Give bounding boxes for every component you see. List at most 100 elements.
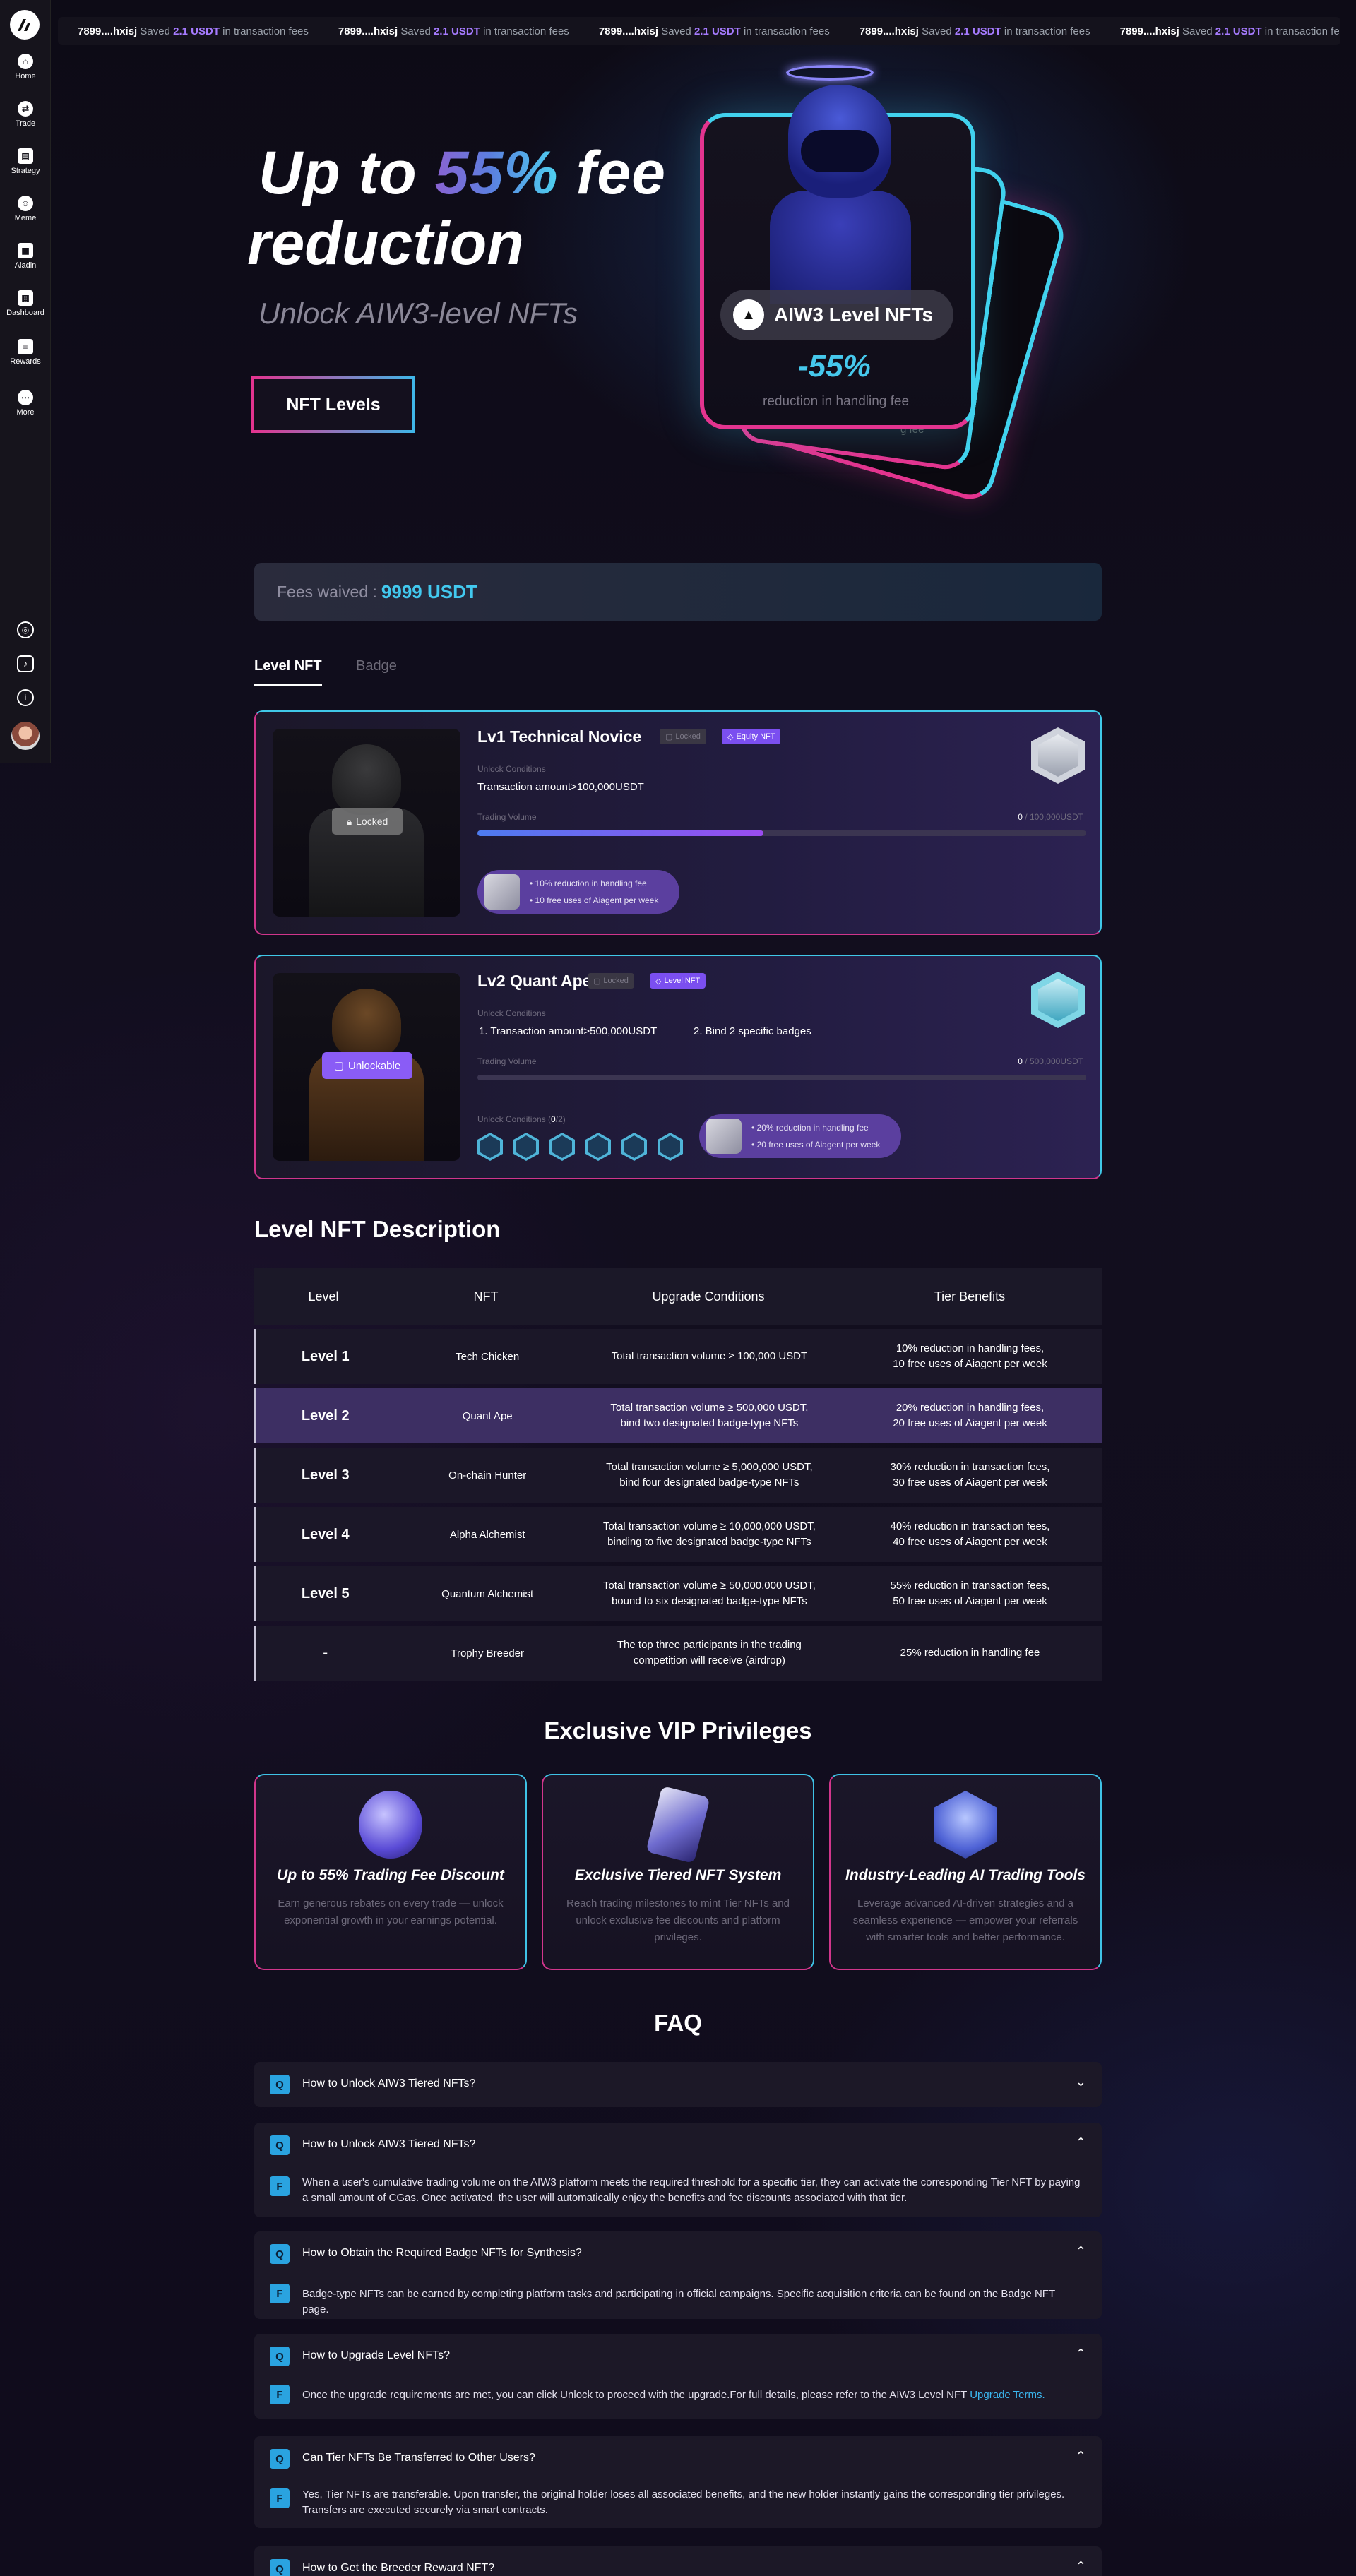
vip-card-tiered-nft: Exclusive Tiered NFT System Reach tradin…: [542, 1774, 814, 1970]
required-badge-icon[interactable]: [622, 1133, 647, 1161]
faq-answer: When a user's cumulative trading volume …: [302, 2176, 1081, 2204]
sidebar-item-dashboard[interactable]: ▦ Dashboard: [0, 290, 51, 317]
ticker-entry: 7899....hxisj Saved 2.1 USDT in transact…: [599, 25, 830, 37]
faq-item[interactable]: Q How to Get the Breeder Reward NFT? ⌃: [254, 2546, 1102, 2576]
locked-overlay-label: Locked: [356, 816, 388, 827]
table-row: Level 5 Quantum Alchemist Total transactio…: [254, 1566, 1102, 1621]
sidebar-item-aiadin[interactable]: ▣ Aiadin: [0, 243, 51, 270]
question-icon: Q: [270, 2449, 290, 2469]
column-header: Tier Benefits: [934, 1289, 1006, 1304]
chevron-up-icon[interactable]: ⌃: [1076, 2559, 1086, 2574]
faq-question: How to Unlock AIW3 Tiered NFTs?: [302, 2077, 476, 2089]
chevron-down-icon[interactable]: ⌄: [1076, 2075, 1086, 2089]
sidebar-item-label: Aiadin: [14, 261, 37, 270]
volume-progress-bar: [477, 830, 1086, 836]
ticker-suffix: in transaction fees: [483, 25, 569, 37]
sidebar-item-more[interactable]: ⋯ More: [0, 390, 51, 417]
vip-card-fee-discount: Up to 55% Trading Fee Discount Earn gene…: [254, 1774, 527, 1970]
more-icon: ⋯: [18, 390, 33, 405]
unlock-conditions-label: Unlock Conditions: [477, 764, 546, 774]
sidebar-item-meme[interactable]: ☺ Meme: [0, 196, 51, 222]
chevron-up-icon[interactable]: ⌃: [1076, 2244, 1086, 2259]
table-cell-nft: Quant Ape: [462, 1409, 513, 1422]
globe-icon[interactable]: ◎: [17, 621, 34, 638]
table-cell-cond: Total transaction volume ≥ 50,000,000 US…: [602, 1580, 816, 1607]
chevron-up-icon[interactable]: ⌃: [1076, 2449, 1086, 2464]
chevron-up-icon[interactable]: ⌃: [1076, 2135, 1086, 2150]
hero-title-post: fee: [576, 139, 666, 207]
nft-levels-button[interactable]: NFT Levels: [251, 376, 415, 433]
table-header: Level NFT Upgrade Conditions Tier Benefi…: [254, 1268, 1102, 1325]
required-badge-icon[interactable]: [513, 1133, 539, 1161]
fees-value: 9999 USDT: [381, 580, 477, 602]
app-logo[interactable]: [10, 10, 40, 40]
ticker-saved: Saved: [1182, 25, 1213, 37]
nft-image: 🔒︎ Locked: [273, 729, 460, 917]
faq-question: How to Get the Breeder Reward NFT?: [302, 2562, 495, 2574]
unlockable-button[interactable]: ▢ Unlockable: [322, 1052, 412, 1079]
equity-nft-tag: ◇ Equity NFT: [722, 729, 781, 744]
perk-item: 10% reduction in handling fee: [530, 875, 658, 892]
dashboard-icon: ▦: [18, 290, 33, 306]
unlock-conditions-label: Unlock Conditions: [477, 1008, 546, 1018]
locked-overlay: 🔒︎ Locked: [332, 808, 403, 835]
info-icon[interactable]: i: [17, 689, 34, 706]
faq-item[interactable]: Q How to Upgrade Level NFTs? ⌃ F Once th…: [254, 2334, 1102, 2419]
ticker-suffix: in transaction fees: [222, 25, 309, 37]
faq-item[interactable]: Q How to Unlock AIW3 Tiered NFTs? ⌃ F Wh…: [254, 2123, 1102, 2217]
ticker-entry: 7899....hxisj Saved 2.1 USDT in transact…: [1120, 25, 1340, 37]
chevron-up-icon[interactable]: ⌃: [1076, 2347, 1086, 2361]
vip-title: Exclusive VIP Privileges: [544, 1717, 812, 1743]
table-cell-level: -: [323, 1645, 328, 1661]
nft-box-icon: [706, 1119, 742, 1154]
status-badge: ▢ Locked: [588, 973, 634, 989]
table-cell-cond: The top three participants in the tradin…: [617, 1639, 802, 1666]
brand-logo-icon: ▲: [733, 299, 764, 330]
faq-answer: Once the upgrade requirements are met, y…: [302, 2387, 1081, 2403]
table-row: Level 2 Quant Ape Total transaction volume…: [254, 1388, 1102, 1443]
upgrade-terms-link[interactable]: Upgrade Terms.: [970, 2389, 1045, 2401]
required-badge-icon[interactable]: [585, 1133, 611, 1161]
perk-item: 20 free uses of Aiagent per week: [751, 1136, 881, 1153]
faq-item[interactable]: Q How to Unlock AIW3 Tiered NFTs? ⌄: [254, 2062, 1102, 2107]
sidebar-item-label: Dashboard: [6, 309, 44, 317]
ticker-amount: 2.1 USDT: [694, 25, 741, 37]
table-row: Level 1 Tech Chicken Total transaction vol…: [254, 1329, 1102, 1384]
sidebar-item-strategy[interactable]: ▤ Strategy: [0, 148, 51, 175]
hero-title-percent: 55%: [434, 139, 559, 207]
hero-card-title: AIW3 Level NFTs: [774, 304, 934, 326]
table-cell-level: Level 2: [301, 1407, 350, 1424]
faq-item[interactable]: Q Can Tier NFTs Be Transferred to Other …: [254, 2436, 1102, 2528]
tab-badge[interactable]: Badge: [356, 658, 397, 674]
required-badge-icon[interactable]: [549, 1133, 575, 1161]
faq-title: FAQ: [654, 2010, 702, 2036]
sidebar-item-rewards[interactable]: ≡ Rewards: [0, 339, 51, 366]
required-badge-icon[interactable]: [477, 1133, 503, 1161]
unlock-condition-1: 1. Transaction amount>500,000USDT: [479, 1025, 658, 1037]
table-cell-level: Level 3: [301, 1467, 350, 1483]
avatar[interactable]: [11, 722, 40, 750]
table-cell-nft: Quantum Alchemist: [441, 1587, 534, 1600]
table-cell-benefit: 25% reduction in handling fee: [900, 1647, 1040, 1659]
question-icon: Q: [270, 2075, 290, 2094]
ticker-user: 7899....hxisj: [338, 25, 398, 37]
sidebar-item-trade[interactable]: ⇄ Trade: [0, 101, 51, 128]
table-row: Level 4 Alpha Alchemist Total transaction …: [254, 1507, 1102, 1562]
vip-card-text: Reach trading milestones to mint Tier NF…: [566, 1897, 790, 1943]
unlock-condition: Transaction amount>100,000USDT: [477, 781, 644, 793]
bell-icon[interactable]: ♪: [17, 655, 34, 672]
unlock-condition-2: 2. Bind 2 specific badges: [694, 1025, 811, 1037]
column-header: Level: [308, 1289, 339, 1304]
hero-title-pre: Up to: [258, 139, 417, 207]
faq-question: How to Obtain the Required Badge NFTs fo…: [302, 2247, 582, 2259]
ai-hexagon-icon: [934, 1791, 997, 1859]
tab-level-nft[interactable]: Level NFT: [254, 658, 322, 674]
required-badge-icon[interactable]: [658, 1133, 683, 1161]
ticker-saved: Saved: [922, 25, 952, 37]
perk-item: 10 free uses of Aiagent per week: [530, 892, 659, 909]
volume-current: 0: [1018, 1056, 1023, 1066]
table-row: Level 3 On-chain Hunter Total transaction …: [254, 1448, 1102, 1503]
sidebar-item-home[interactable]: ⌂ Home: [0, 54, 51, 80]
faq-item[interactable]: Q How to Obtain the Required Badge NFTs …: [254, 2231, 1102, 2319]
sidebar-item-label: Rewards: [10, 357, 41, 366]
